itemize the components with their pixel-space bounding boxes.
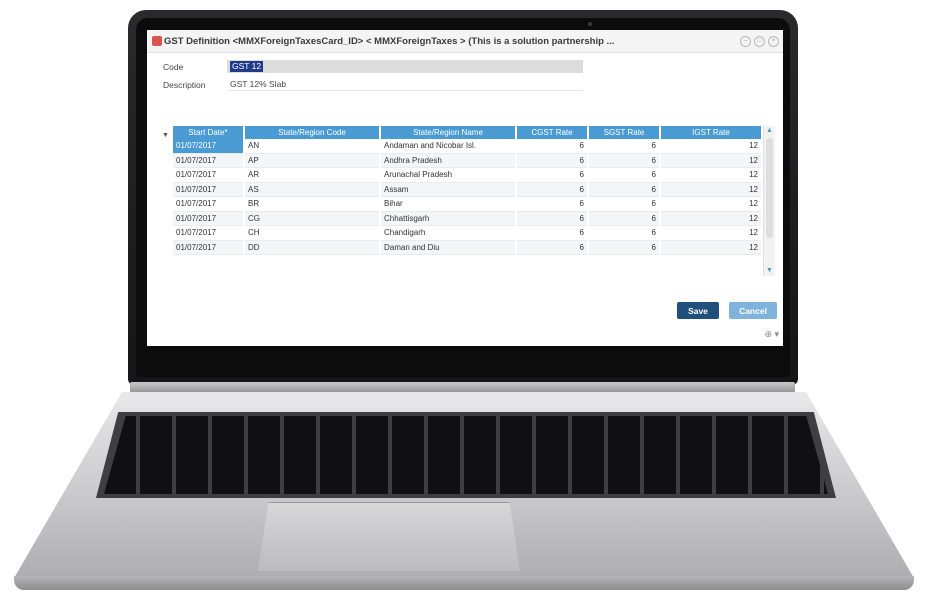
rates-table: Start Date* State/Region Code State/Regi…: [171, 126, 763, 255]
cell-state-name[interactable]: Andhra Pradesh: [381, 153, 515, 168]
cell-state-code[interactable]: AR: [245, 168, 379, 183]
app-icon: [152, 36, 162, 46]
code-field[interactable]: GST 12: [227, 60, 583, 73]
col-sgst-rate[interactable]: SGST Rate: [589, 126, 659, 139]
col-state-code[interactable]: State/Region Code: [245, 126, 379, 139]
rates-grid: ▼ Start Date* State/Region Code State/Re…: [161, 126, 773, 278]
table-row[interactable]: 01/07/2017 DD Daman and Diu 6 6 12: [173, 240, 761, 255]
scroll-up-icon[interactable]: ▲: [764, 126, 775, 136]
help-menu-icon[interactable]: ⊕ ▾: [764, 329, 779, 340]
cell-igst-rate[interactable]: 12: [661, 168, 761, 183]
webcam: [588, 22, 592, 26]
cell-sgst-rate[interactable]: 6: [589, 240, 659, 255]
cell-sgst-rate[interactable]: 6: [589, 153, 659, 168]
table-row[interactable]: 01/07/2017 BR Bihar 6 6 12: [173, 197, 761, 212]
grid-header-row: Start Date* State/Region Code State/Regi…: [173, 126, 761, 139]
cell-state-name[interactable]: Daman and Diu: [381, 240, 515, 255]
action-buttons: Save Cancel: [677, 302, 777, 319]
cell-igst-rate[interactable]: 12: [661, 240, 761, 255]
cell-state-code[interactable]: CG: [245, 211, 379, 226]
table-row[interactable]: 01/07/2017 AS Assam 6 6 12: [173, 182, 761, 197]
col-start-date[interactable]: Start Date*: [173, 126, 243, 139]
cell-igst-rate[interactable]: 12: [661, 153, 761, 168]
cell-cgst-rate[interactable]: 6: [517, 197, 587, 212]
cell-sgst-rate[interactable]: 6: [589, 211, 659, 226]
description-field[interactable]: GST 12% Slab: [227, 78, 583, 91]
cell-cgst-rate[interactable]: 6: [517, 168, 587, 183]
cell-sgst-rate[interactable]: 6: [589, 197, 659, 212]
cell-start-date[interactable]: 01/07/2017: [173, 139, 243, 154]
cell-igst-rate[interactable]: 12: [661, 197, 761, 212]
cell-state-code[interactable]: BR: [245, 197, 379, 212]
grid-scrollbar[interactable]: ▲ ▼: [763, 126, 775, 276]
table-row[interactable]: 01/07/2017 AR Arunachal Pradesh 6 6 12: [173, 168, 761, 183]
cell-cgst-rate[interactable]: 6: [517, 211, 587, 226]
cell-state-name[interactable]: Bihar: [381, 197, 515, 212]
cell-state-name[interactable]: Chhattisgarh: [381, 211, 515, 226]
table-row[interactable]: 01/07/2017 CH Chandigarh 6 6 12: [173, 226, 761, 241]
cell-state-name[interactable]: Assam: [381, 182, 515, 197]
cell-cgst-rate[interactable]: 6: [517, 182, 587, 197]
cell-start-date[interactable]: 01/07/2017: [173, 182, 243, 197]
cell-start-date[interactable]: 01/07/2017: [173, 153, 243, 168]
cell-state-code[interactable]: AN: [245, 139, 379, 154]
cell-state-code[interactable]: CH: [245, 226, 379, 241]
cell-state-code[interactable]: AS: [245, 182, 379, 197]
cell-state-code[interactable]: DD: [245, 240, 379, 255]
app-window: GST Definition <MMXForeignTaxesCard_ID> …: [147, 30, 783, 346]
cell-sgst-rate[interactable]: 6: [589, 139, 659, 154]
col-igst-rate[interactable]: IGST Rate: [661, 126, 761, 139]
table-row[interactable]: 01/07/2017 CG Chhattisgarh 6 6 12: [173, 211, 761, 226]
cell-sgst-rate[interactable]: 6: [589, 168, 659, 183]
cell-start-date[interactable]: 01/07/2017: [173, 226, 243, 241]
cell-start-date[interactable]: 01/07/2017: [173, 240, 243, 255]
description-row: Description GST 12% Slab: [147, 76, 783, 94]
cell-state-name[interactable]: Arunachal Pradesh: [381, 168, 515, 183]
touchpad: [258, 502, 520, 571]
window-title: GST Definition <MMXForeignTaxesCard_ID> …: [164, 35, 615, 47]
minimize-icon[interactable]: –: [740, 35, 751, 47]
cell-sgst-rate[interactable]: 6: [589, 226, 659, 241]
definition-form: Code GST 12 Description GST 12% Slab: [147, 58, 783, 94]
cell-start-date[interactable]: 01/07/2017: [173, 168, 243, 183]
cell-cgst-rate[interactable]: 6: [517, 240, 587, 255]
maximize-icon[interactable]: □: [754, 35, 765, 47]
close-icon[interactable]: ×: [768, 35, 779, 47]
scroll-down-icon[interactable]: ▼: [764, 266, 775, 276]
cancel-button[interactable]: Cancel: [729, 302, 777, 319]
table-row[interactable]: 01/07/2017 AN Andaman and Nicobar Isl. 6…: [173, 139, 761, 154]
cell-sgst-rate[interactable]: 6: [589, 182, 659, 197]
cell-state-name[interactable]: Andaman and Nicobar Isl.: [381, 139, 515, 154]
cell-igst-rate[interactable]: 12: [661, 139, 761, 154]
code-row: Code GST 12: [147, 58, 783, 76]
row-selector-icon[interactable]: ▼: [162, 132, 169, 139]
cell-cgst-rate[interactable]: 6: [517, 153, 587, 168]
cell-cgst-rate[interactable]: 6: [517, 139, 587, 154]
col-state-name[interactable]: State/Region Name: [381, 126, 515, 139]
keyboard-keys: [104, 416, 828, 494]
cell-state-name[interactable]: Chandigarh: [381, 226, 515, 241]
save-button[interactable]: Save: [677, 302, 719, 319]
cell-igst-rate[interactable]: 12: [661, 226, 761, 241]
table-row[interactable]: 01/07/2017 AP Andhra Pradesh 6 6 12: [173, 153, 761, 168]
cell-cgst-rate[interactable]: 6: [517, 226, 587, 241]
window-controls: – □ ×: [740, 35, 779, 47]
scroll-thumb[interactable]: [766, 138, 773, 238]
cell-start-date[interactable]: 01/07/2017: [173, 197, 243, 212]
cell-start-date[interactable]: 01/07/2017: [173, 211, 243, 226]
laptop-front-edge: [14, 576, 914, 590]
window-titlebar: GST Definition <MMXForeignTaxesCard_ID> …: [147, 30, 783, 53]
cell-igst-rate[interactable]: 12: [661, 182, 761, 197]
col-cgst-rate[interactable]: CGST Rate: [517, 126, 587, 139]
cell-state-code[interactable]: AP: [245, 153, 379, 168]
code-value: GST 12: [230, 61, 264, 72]
cell-igst-rate[interactable]: 12: [661, 211, 761, 226]
description-label: Description: [163, 80, 206, 90]
code-label: Code: [163, 62, 184, 72]
